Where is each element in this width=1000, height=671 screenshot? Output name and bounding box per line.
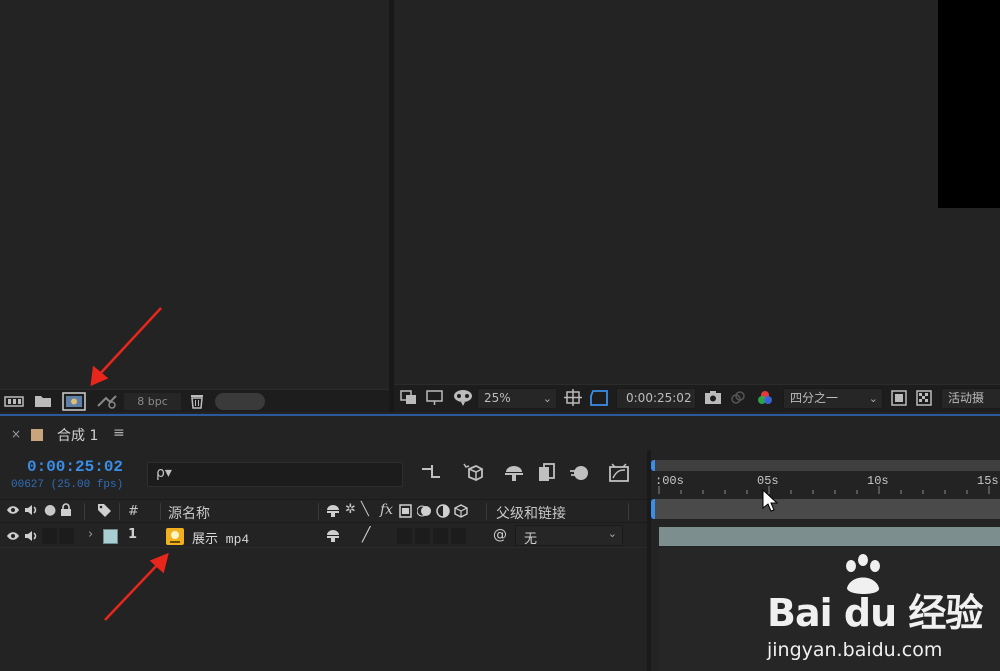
baidu-watermark: Bai du 经验 jingyan.baidu.com <box>767 554 983 661</box>
watermark-site: jingyan.baidu.com <box>767 639 943 661</box>
paw-logo-icon <box>846 554 880 594</box>
